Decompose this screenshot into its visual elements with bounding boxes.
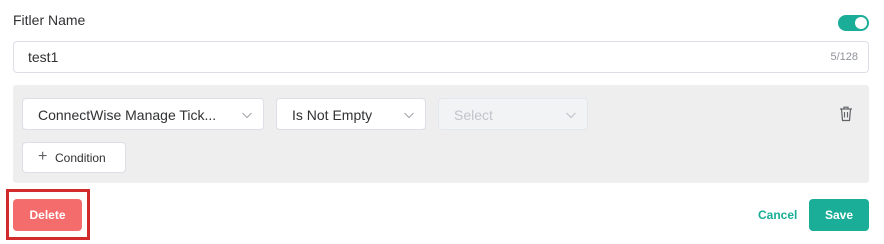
- filter-name-input[interactable]: [28, 42, 788, 72]
- chevron-down-icon: [404, 112, 414, 119]
- char-counter: 5/128: [830, 51, 858, 63]
- chevron-down-icon: [242, 112, 252, 119]
- value-select[interactable]: Select: [438, 98, 588, 130]
- trash-icon[interactable]: [838, 105, 854, 122]
- cancel-button[interactable]: Cancel: [758, 208, 797, 222]
- delete-button[interactable]: Delete: [13, 199, 82, 231]
- filter-name-label: Fitler Name: [13, 12, 86, 28]
- filter-enabled-toggle[interactable]: [838, 15, 869, 31]
- add-condition-button[interactable]: + Condition: [22, 142, 126, 173]
- plus-icon: +: [38, 148, 48, 165]
- chevron-down-icon: [566, 112, 576, 119]
- value-select-placeholder: Select: [454, 107, 493, 123]
- add-condition-label: Condition: [55, 151, 106, 165]
- operator-select[interactable]: Is Not Empty: [276, 98, 426, 130]
- filter-name-field[interactable]: 5/128: [13, 41, 869, 73]
- toggle-knob: [855, 17, 867, 29]
- operator-select-value: Is Not Empty: [292, 107, 373, 123]
- field-select[interactable]: ConnectWise Manage Tick...: [22, 98, 264, 130]
- condition-panel: ConnectWise Manage Tick... Is Not Empty …: [13, 85, 869, 183]
- save-button[interactable]: Save: [809, 199, 869, 231]
- field-select-value: ConnectWise Manage Tick...: [38, 107, 217, 123]
